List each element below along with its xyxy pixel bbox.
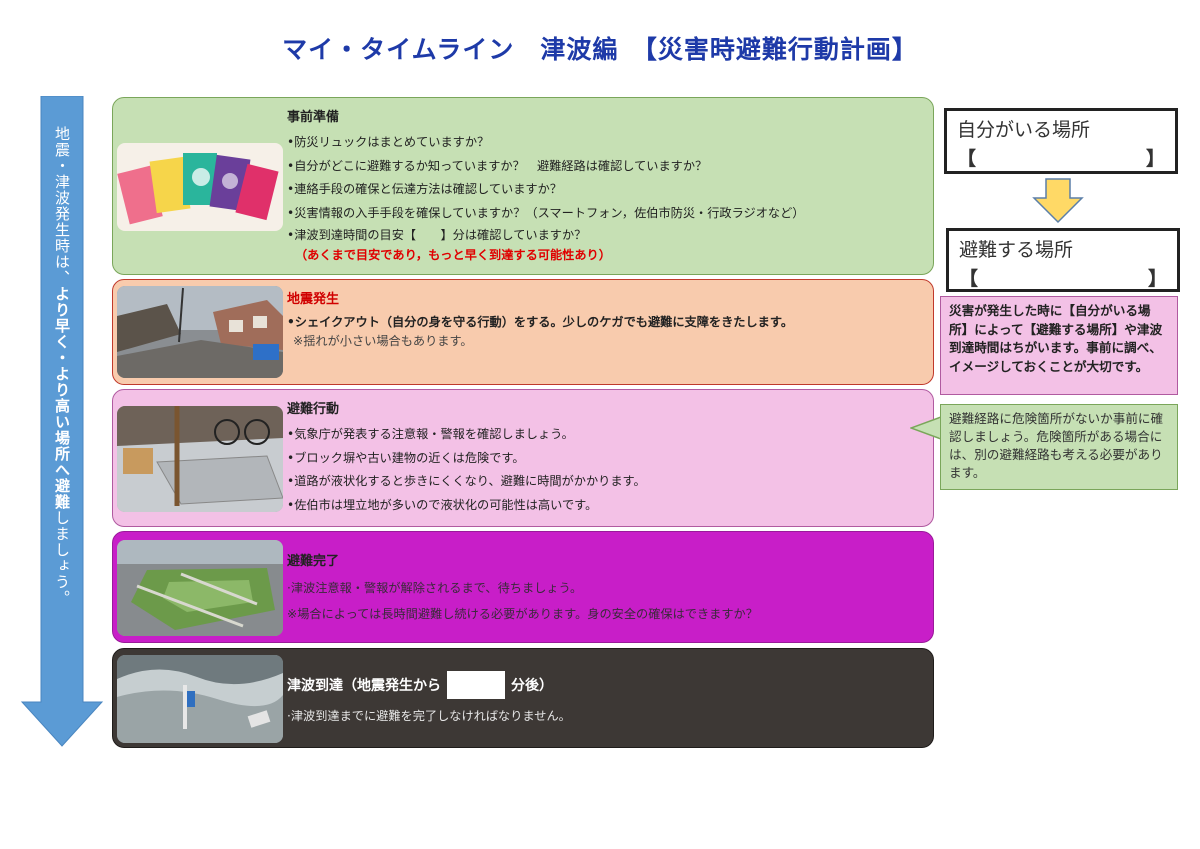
evacuation-mound-image xyxy=(117,540,283,636)
liquefaction-road-image xyxy=(117,406,283,512)
location-advice-note: 災害が発生した時に【自分がいる場所】によって【避難する場所】や津波到達時間はちが… xyxy=(940,296,1178,395)
arrival-title: 津波到達（地震発生から 分後） xyxy=(287,671,925,699)
done-title: 避難完了 xyxy=(287,554,340,569)
arrow-text-3: しましょう。 xyxy=(53,510,71,606)
prep-title: 事前準備 xyxy=(287,110,340,125)
evac-item: •佐伯市は埋立地が多いので液状化の可能性は高いです。 xyxy=(287,497,598,512)
evacuation-site-label: 避難する場所 xyxy=(959,239,1074,261)
prep-item: •津波到達時間の目安【 】分は確認していますか？ xyxy=(287,228,587,242)
page-title: マイ・タイムライン 津波編 【災害時避難行動計画】 xyxy=(282,35,918,64)
arrival-title-suffix: 分後） xyxy=(511,678,553,694)
current-location-label: 自分がいる場所 xyxy=(957,119,1091,141)
evac-item: •ブロック塀や古い建物の近くは危険です。 xyxy=(287,450,525,465)
timeline-arrow: 地震・津波発生時は、より早く・より高い場所へ避難しましょう。 xyxy=(20,95,104,748)
panel-tsunami-arrival: 津波到達（地震発生から 分後） ·津波到達までに避難を完了しなければなりません。 xyxy=(112,648,934,748)
quake-title: 地震発生 xyxy=(287,292,340,307)
arrow-message: 地震・津波発生時は、より早く・より高い場所へ避難しましょう。 xyxy=(41,126,83,606)
quake-note: ※揺れが小さい場合もあります。 xyxy=(293,334,473,348)
quake-action: •シェイクアウト（自分の身を守る行動）をする。少しのケガでも避難に支障をきたしま… xyxy=(287,315,794,329)
preparedness-booklets-image xyxy=(117,143,283,231)
evac-item: •気象庁が発表する注意報・警報を確認しましょう。 xyxy=(287,427,574,441)
done-note: ※場合によっては長時間避難し続ける必要があります。身の安全の確保はできますか？ xyxy=(287,607,758,621)
prep-item: •自分がどこに避難するか知っていますか？ 避難経路は確認していますか？ xyxy=(287,158,708,173)
evacuation-site-box: 避難する場所 【 】 xyxy=(946,228,1180,292)
panel-evacuation: 避難行動 •気象庁が発表する注意報・警報を確認しましょう。 •ブロック塀や古い建… xyxy=(112,389,934,527)
arrival-minutes-blank xyxy=(447,671,505,699)
arrival-title-prefix: 津波到達（地震発生から xyxy=(287,678,441,694)
arrow-text-1: 地震・津波発生時は、 xyxy=(53,126,71,286)
tsunami-wave-image xyxy=(117,655,283,743)
evac-title: 避難行動 xyxy=(287,402,340,417)
callout-pointer-icon xyxy=(910,416,942,440)
yellow-down-arrow-icon xyxy=(1032,178,1084,224)
panel-earthquake: 地震発生 •シェイクアウト（自分の身を守る行動）をする。少しのケガでも避難に支障… xyxy=(112,279,934,385)
arrival-note: ·津波到達までに避難を完了しなければなりません。 xyxy=(287,709,571,723)
evac-item: •道路が液状化すると歩きにくくなり、避難に時間がかかります。 xyxy=(287,474,646,488)
earthquake-damage-image xyxy=(117,286,283,378)
done-item: ·津波注意報・警報が解除されるまで、待ちましょう。 xyxy=(287,581,583,595)
current-location-field: 【 】 xyxy=(957,148,1168,170)
panel-evacuation-complete: 避難完了 ·津波注意報・警報が解除されるまで、待ちましょう。 ※場合によっては長… xyxy=(112,531,934,643)
arrow-text-2: より早く・より高い場所へ避難 xyxy=(53,286,71,510)
prep-item: •連絡手段の確保と伝達方法は確認していますか？ xyxy=(287,182,562,196)
panel-preparation: 事前準備 •防災リュックはまとめていますか？ •自分がどこに避難するか知っていま… xyxy=(112,97,934,275)
route-advice-note: 避難経路に危険箇所がないか事前に確認しましょう。危険箇所がある場合には、別の避難… xyxy=(940,404,1178,490)
evacuation-site-field: 【 】 xyxy=(959,268,1170,290)
current-location-box: 自分がいる場所 【 】 xyxy=(944,108,1178,174)
prep-item: •災害情報の入手手段を確保していますか？（スマートフォン，佐伯市防災・行政ラジオ… xyxy=(287,205,805,220)
prep-item: •防災リュックはまとめていますか？ xyxy=(287,135,490,149)
prep-warning: （あくまで目安であり，もっと早く到達する可能性あり） xyxy=(295,248,611,262)
